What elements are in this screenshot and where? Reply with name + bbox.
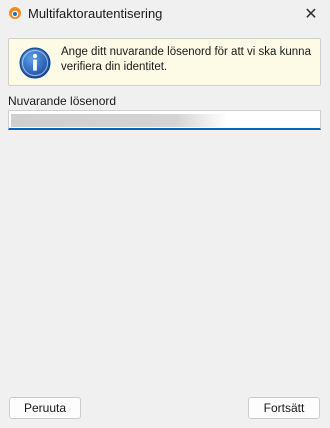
current-password-label: Nuvarande lösenord xyxy=(8,94,117,108)
app-logo-icon xyxy=(9,7,21,19)
continue-button[interactable]: Fortsätt xyxy=(248,397,320,419)
info-icon xyxy=(19,47,51,79)
close-button[interactable]: ✕ xyxy=(300,4,322,24)
close-icon: ✕ xyxy=(304,6,318,23)
title-bar: Multifaktorautentisering ✕ xyxy=(0,0,330,30)
password-mask xyxy=(11,114,311,127)
window-title: Multifaktorautentisering xyxy=(28,6,163,21)
dialog-window: Multifaktorautentisering ✕ Ange ditt nuv… xyxy=(0,0,330,428)
current-password-field[interactable] xyxy=(8,110,321,130)
info-message-box: Ange ditt nuvarande lösenord för att vi … xyxy=(8,38,321,86)
cancel-button[interactable]: Peruuta xyxy=(9,397,81,419)
info-message-text: Ange ditt nuvarande lösenord för att vi … xyxy=(61,46,311,73)
